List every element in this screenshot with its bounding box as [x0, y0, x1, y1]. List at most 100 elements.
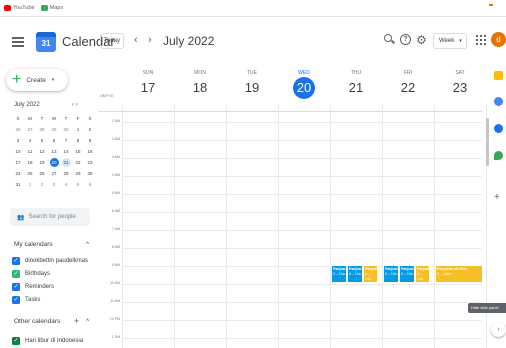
mini-calendar-day[interactable]: 11 [24, 147, 36, 156]
mini-calendar-day[interactable]: 27 [48, 169, 60, 178]
mini-calendar-day[interactable]: 28 [36, 125, 48, 134]
chevron-up-icon[interactable]: ^ [86, 318, 89, 325]
day-column-header[interactable]: MON 18 [174, 67, 226, 99]
settings-gear-icon[interactable]: ⚙ [416, 33, 427, 47]
day-date[interactable]: 22 [397, 77, 419, 99]
mini-calendar-day[interactable]: 29 [72, 169, 84, 178]
mini-calendar-day[interactable]: 13 [48, 147, 60, 156]
mini-calendar-day[interactable]: 29 [48, 125, 60, 134]
calendar-event[interactable]: Panjual 9 – 10a [347, 265, 363, 283]
add-calendar-icon[interactable]: + [74, 316, 79, 326]
mini-calendar-day[interactable]: 6 [48, 136, 60, 145]
mini-calendar-day[interactable]: 5 [72, 180, 84, 189]
mini-calendar-nav[interactable]: ‹ › [72, 102, 78, 108]
mini-calendar-day[interactable]: 28 [60, 169, 72, 178]
checkbox-icon[interactable]: ✓ [12, 283, 20, 291]
calendar-list-item[interactable]: ✓ Reminders [12, 281, 98, 293]
scrollbar[interactable] [486, 118, 489, 166]
mini-calendar-day[interactable]: 7 [60, 136, 72, 145]
mini-calendar-day[interactable]: 3 [48, 180, 60, 189]
day-column-header[interactable]: WED 20 [278, 67, 330, 99]
calendar-event[interactable]: Penjualan ah Oleh 9 – 10am [435, 265, 483, 283]
mini-calendar-day[interactable]: 9 [84, 136, 96, 145]
chevron-up-icon[interactable]: ^ [86, 241, 89, 248]
day-column-header[interactable]: TUE 19 [226, 67, 278, 99]
checkbox-icon[interactable]: ✓ [12, 296, 20, 304]
previous-week-button[interactable]: ‹ [134, 34, 138, 46]
day-date[interactable]: 21 [345, 77, 367, 99]
mini-calendar-day[interactable]: 12 [36, 147, 48, 156]
mini-calendar-day[interactable]: 5 [36, 136, 48, 145]
day-date[interactable]: 17 [137, 77, 159, 99]
day-date[interactable]: 18 [189, 77, 211, 99]
mini-calendar-day[interactable]: 18 [24, 158, 36, 167]
day-column-header[interactable]: SAT 23 [434, 67, 486, 99]
bookmark-item[interactable]: Maps [40, 5, 63, 11]
mini-calendar-day[interactable]: 2 [36, 180, 48, 189]
day-date[interactable]: 19 [241, 77, 263, 99]
calendar-event[interactable]: Panjual 9 – 10a [415, 265, 430, 283]
mini-calendar-day[interactable]: 1 [24, 180, 36, 189]
day-column-header[interactable]: FRI 22 [382, 67, 434, 99]
other-calendars-header[interactable]: Other calendars + ^ [14, 316, 94, 326]
mini-calendar-day[interactable]: 17 [12, 158, 24, 167]
mini-calendar-day[interactable]: 19 [36, 158, 48, 167]
mini-calendar-day[interactable]: 31 [12, 180, 24, 189]
view-selector[interactable]: Week ▾ [433, 33, 467, 49]
calendar-event[interactable]: Panjual 9 – 10a [331, 265, 347, 283]
mini-calendar-day[interactable]: 15 [72, 147, 84, 156]
day-date[interactable]: 23 [449, 77, 471, 99]
mini-calendar-day[interactable]: 10 [12, 147, 24, 156]
calendar-list-item[interactable]: ✓ Birthdays [12, 268, 98, 280]
calendar-logo-icon[interactable]: 31 [36, 32, 56, 52]
day-column-header[interactable]: SUN 17 [122, 67, 174, 99]
mini-calendar-day[interactable]: 4 [60, 180, 72, 189]
keep-icon[interactable] [494, 71, 503, 80]
mini-calendar-day[interactable]: 26 [36, 169, 48, 178]
calendar-list-item[interactable]: ✓ dinokbettin paudelkmas [12, 255, 98, 267]
my-calendars-header[interactable]: My calendars ^ [14, 241, 94, 248]
calendar-event[interactable]: Panjual 9 – 10a [383, 265, 399, 283]
week-body[interactable]: 1 AM 2 AM 3 AM 4 AM 5 AM 6 AM 7 AM 8 AM 9 AM 10 A… [98, 104, 487, 348]
mini-calendar-day[interactable]: 2 [84, 125, 96, 134]
today-button[interactable]: Today [100, 33, 124, 49]
checkbox-icon[interactable]: ✓ [12, 257, 20, 265]
mini-calendar-day[interactable]: 27 [24, 125, 36, 134]
checkbox-icon[interactable]: ✓ [12, 270, 20, 278]
mini-calendar-day[interactable]: 22 [72, 158, 84, 167]
mini-calendar-day[interactable]: 14 [60, 147, 72, 156]
google-apps-icon[interactable] [476, 35, 486, 45]
calendar-list-item[interactable]: ✓ Tasks [12, 294, 98, 306]
next-week-button[interactable]: › [148, 34, 152, 46]
bookmark-item[interactable]: YouTube [4, 5, 35, 11]
calendar-event[interactable]: Panjual 9 – 10a [363, 265, 378, 283]
checkbox-icon[interactable]: ✓ [12, 337, 20, 345]
mini-calendar-day[interactable]: 25 [24, 169, 36, 178]
mini-calendar-day[interactable]: 26 [12, 125, 24, 134]
mini-calendar-day[interactable]: 20 [49, 158, 59, 167]
help-icon[interactable]: ? [400, 34, 411, 45]
calendar-list-item[interactable]: ✓ Hari libur di Indonesia [12, 335, 98, 347]
account-avatar[interactable]: d [491, 32, 506, 47]
mini-calendar-day[interactable]: 1 [72, 125, 84, 134]
maps-icon[interactable] [494, 151, 503, 160]
contacts-icon[interactable] [494, 124, 503, 133]
mini-calendar-day[interactable]: 4 [24, 136, 36, 145]
calendar-event[interactable]: Panjual 9 – 10a [399, 265, 415, 283]
mini-calendar-day[interactable]: 3 [12, 136, 24, 145]
mini-calendar-day[interactable]: 16 [84, 147, 96, 156]
day-column-header[interactable]: THU 21 [330, 67, 382, 99]
mini-calendar-day[interactable]: 6 [84, 180, 96, 189]
mini-calendar-day[interactable]: 8 [72, 136, 84, 145]
mini-calendar-day[interactable]: 24 [12, 169, 24, 178]
search-icon[interactable] [384, 34, 396, 46]
mini-calendar-day[interactable]: 30 [84, 169, 96, 178]
main-menu-button[interactable] [12, 37, 24, 47]
tasks-icon[interactable] [494, 97, 503, 106]
search-people-input[interactable]: 👥 Search for people [10, 208, 90, 226]
mini-calendar-day[interactable]: 23 [84, 158, 96, 167]
add-addon-icon[interactable]: + [494, 192, 500, 203]
mini-calendar-day[interactable]: 21 [61, 158, 71, 167]
day-date[interactable]: 20 [293, 77, 315, 99]
create-button[interactable]: + Create ▾ [6, 69, 68, 91]
